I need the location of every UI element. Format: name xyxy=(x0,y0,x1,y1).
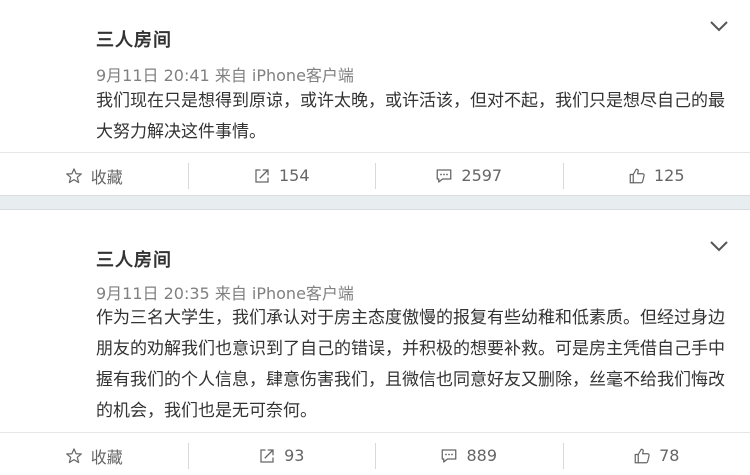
favorite-button[interactable]: 收藏 xyxy=(0,153,188,198)
star-outline-icon xyxy=(65,447,82,463)
repost-count: 93 xyxy=(284,446,305,465)
comment-bubble-icon xyxy=(442,448,457,463)
favorite-label: 收藏 xyxy=(90,447,123,467)
comment-button[interactable]: 2597 xyxy=(375,153,563,198)
repost-count: 154 xyxy=(278,166,310,185)
like-button[interactable]: 125 xyxy=(562,153,750,198)
share-arrow-icon xyxy=(255,168,269,183)
like-count: 78 xyxy=(659,446,680,465)
post-meta: 9月11日 20:41 来自 iPhone客户端 xyxy=(96,66,354,85)
comment-bubble-icon xyxy=(437,168,452,183)
post-meta: 9月11日 20:35 来自 iPhone客户端 xyxy=(96,284,354,303)
thumbs-up-icon xyxy=(629,168,645,183)
post-content: 我们现在只是想得到原谅，或许太晚，或许活该，但对不起，我们只是想尽自己的最大努力… xyxy=(96,91,725,142)
star-outline-icon xyxy=(65,167,82,183)
post-action-bar: 收藏 154 2597 125 xyxy=(0,152,750,198)
like-count: 125 xyxy=(653,166,685,185)
comment-count: 889 xyxy=(466,446,498,465)
repost-button[interactable]: 154 xyxy=(187,153,376,198)
chevron-down-icon[interactable] xyxy=(708,18,730,34)
post-username[interactable]: 三人房间 xyxy=(96,26,172,52)
favorite-label: 收藏 xyxy=(90,167,123,187)
chevron-down-icon[interactable] xyxy=(708,238,730,254)
post-separator xyxy=(0,195,750,210)
post-action-bar: 收藏 93 889 78 xyxy=(0,432,750,475)
weibo-post-2: 三人房间 9月11日 20:35 来自 iPhone客户端 作为三名大学生，我们… xyxy=(0,210,750,475)
repost-button[interactable]: 93 xyxy=(187,433,376,475)
comment-button[interactable]: 889 xyxy=(375,433,563,475)
share-arrow-icon xyxy=(260,448,274,463)
weibo-post-1: 三人房间 9月11日 20:41 来自 iPhone客户端 我们现在只是想得到原… xyxy=(0,0,750,195)
comment-count: 2597 xyxy=(461,166,503,185)
post-content: 作为三名大学生，我们承认对于房主态度傲慢的报复有些幼稚和低素质。但经过身边朋友的… xyxy=(96,308,725,421)
like-button[interactable]: 78 xyxy=(562,433,750,475)
post-username[interactable]: 三人房间 xyxy=(96,246,172,272)
thumbs-up-icon xyxy=(634,448,650,463)
favorite-button[interactable]: 收藏 xyxy=(0,433,188,475)
